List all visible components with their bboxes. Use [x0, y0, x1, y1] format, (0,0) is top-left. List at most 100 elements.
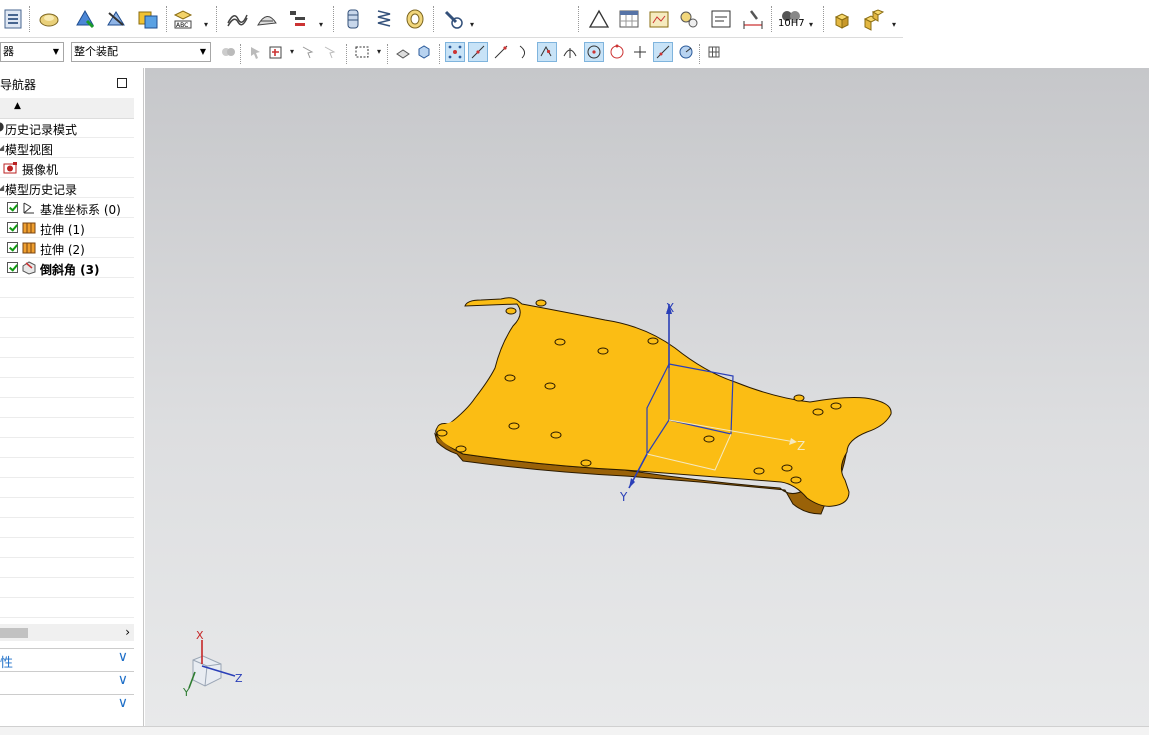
snap-point-icon[interactable] — [266, 42, 286, 62]
shaded-cube-icon[interactable] — [414, 42, 434, 62]
triangle-sketch-icon[interactable] — [586, 6, 612, 32]
hole[interactable] — [781, 464, 793, 472]
view-triad[interactable] — [188, 640, 236, 689]
snap-point-on-curve-icon[interactable] — [630, 42, 650, 62]
preview-panel-header[interactable]: ∨ — [0, 694, 134, 717]
csys-y-label: Y — [619, 490, 628, 504]
visibility-checkbox[interactable] — [7, 202, 18, 213]
visibility-checkbox[interactable] — [7, 242, 18, 253]
selection-toolbar: 器 ▼ 整个装配 ▼ ▾ ▾ — [0, 38, 1149, 68]
hole[interactable] — [436, 429, 448, 437]
chevron-down-icon: ▼ — [52, 47, 59, 56]
tree-item-datum-csys[interactable]: 基准坐标系 (0) — [0, 198, 134, 218]
assembly-navigator-icon[interactable] — [0, 6, 26, 32]
horizontal-scrollbar[interactable]: › — [0, 624, 134, 641]
hole[interactable] — [597, 347, 609, 355]
snap-quadrant-icon[interactable] — [607, 42, 627, 62]
tree-item-extrude-2[interactable]: 拉伸 (2) — [0, 238, 134, 258]
visibility-checkbox[interactable] — [7, 262, 18, 273]
rectangle-select-icon[interactable] — [352, 42, 372, 62]
surface-sweep-icon[interactable] — [224, 6, 250, 32]
hole[interactable] — [580, 459, 592, 467]
select-arrow-icon[interactable] — [246, 42, 266, 62]
snap-line-icon[interactable] — [491, 42, 511, 62]
chevron-down-icon[interactable]: ∨ — [118, 649, 128, 665]
gears-icon[interactable] — [676, 6, 702, 32]
chamfer-icon — [21, 260, 37, 278]
map-icon[interactable] — [646, 6, 672, 32]
navigator-column-header[interactable]: ▲ — [0, 98, 134, 119]
selection-filter-value: 器 — [3, 45, 14, 58]
move-component-icon[interactable] — [103, 6, 129, 32]
expand-icon[interactable]: ◢ — [0, 183, 4, 192]
chevron-down-icon[interactable]: ∨ — [118, 672, 128, 688]
tree-item-model-history[interactable]: ◢ 模型历史记录 — [0, 178, 134, 198]
properties-panel-header[interactable]: 性 ∨ — [0, 648, 134, 671]
details-panel-header[interactable]: ∨ — [0, 671, 134, 694]
expand-icon[interactable]: ◢ — [0, 143, 4, 152]
surface-icon[interactable] — [254, 6, 280, 32]
model-scene[interactable]: X Y Z X Z Y — [145, 68, 1149, 726]
graphics-viewport[interactable]: X Y Z X Z Y — [145, 68, 1149, 726]
chevron-right-icon[interactable]: › — [125, 625, 130, 639]
datum-csys-icon — [21, 201, 37, 218]
hole[interactable] — [812, 408, 824, 416]
hole[interactable] — [703, 435, 715, 443]
hole[interactable] — [647, 337, 659, 345]
hole[interactable] — [455, 445, 467, 453]
tree-item-extrude-1[interactable]: 拉伸 (1) — [0, 218, 134, 238]
hole[interactable] — [535, 299, 547, 307]
triad-x-label: X — [196, 629, 204, 642]
snap-tangent-icon[interactable] — [653, 42, 673, 62]
snap-endpoint-icon[interactable] — [445, 42, 465, 62]
boxes-stack-icon[interactable] — [860, 6, 886, 32]
snap-circle-center-icon[interactable] — [584, 42, 604, 62]
grid-icon[interactable] — [704, 42, 724, 62]
selection-filter-combo[interactable]: 器 ▼ — [0, 42, 64, 62]
assembly-scope-combo[interactable]: 整个装配 ▼ — [71, 42, 211, 62]
add-component-icon[interactable] — [72, 6, 98, 32]
tree-item-model-views[interactable]: ◢ 模型视图 — [0, 138, 134, 158]
boxes-icon[interactable] — [830, 6, 856, 32]
filter-icon[interactable] — [218, 42, 238, 62]
display-mode-icon[interactable] — [393, 42, 413, 62]
note-icon[interactable] — [708, 6, 734, 32]
extrude-icon — [22, 242, 36, 257]
selection-remove-icon[interactable] — [320, 42, 340, 62]
dimension-icon[interactable] — [740, 6, 766, 32]
tree-item-camera[interactable]: 摄像机 — [0, 158, 134, 178]
selection-add-icon[interactable] — [298, 42, 318, 62]
bearing-icon[interactable] — [402, 6, 428, 32]
assembly-constraint-icon[interactable] — [135, 6, 161, 32]
snap-arc-center-icon[interactable] — [560, 42, 580, 62]
maximize-icon[interactable] — [117, 78, 127, 88]
rotate-icon[interactable] — [440, 6, 466, 32]
table-icon[interactable] — [616, 6, 642, 32]
component-icon[interactable] — [36, 6, 62, 32]
hole[interactable] — [508, 422, 520, 430]
snap-midpoint-icon[interactable] — [468, 42, 488, 62]
hole[interactable] — [544, 382, 556, 390]
tree-item-chamfer-3[interactable]: 倒斜角 (3) — [0, 258, 134, 278]
hole[interactable] — [830, 402, 842, 410]
parts-list-icon[interactable]: ABC — [170, 6, 196, 32]
hole[interactable] — [505, 307, 517, 315]
hole[interactable] — [550, 431, 562, 439]
hole[interactable] — [793, 394, 805, 402]
snap-intersection-icon[interactable] — [537, 42, 557, 62]
sort-ascending-icon: ▲ — [14, 101, 21, 111]
hole[interactable] — [753, 467, 765, 475]
hose-icon[interactable] — [340, 6, 366, 32]
chevron-down-icon[interactable]: ∨ — [118, 695, 128, 711]
extrude-icon — [22, 222, 36, 237]
hole[interactable] — [504, 374, 516, 382]
snap-face-icon[interactable] — [676, 42, 696, 62]
snap-curve-icon[interactable] — [514, 42, 534, 62]
hole[interactable] — [790, 476, 802, 484]
visibility-checkbox[interactable] — [7, 222, 18, 233]
hole[interactable] — [554, 338, 566, 346]
assembly-sequence-icon[interactable] — [286, 6, 312, 32]
tree-item-history-mode[interactable]: ◑ 历史记录模式 — [0, 118, 134, 138]
spring-icon[interactable] — [371, 6, 397, 32]
scrollbar-thumb[interactable] — [0, 628, 28, 638]
